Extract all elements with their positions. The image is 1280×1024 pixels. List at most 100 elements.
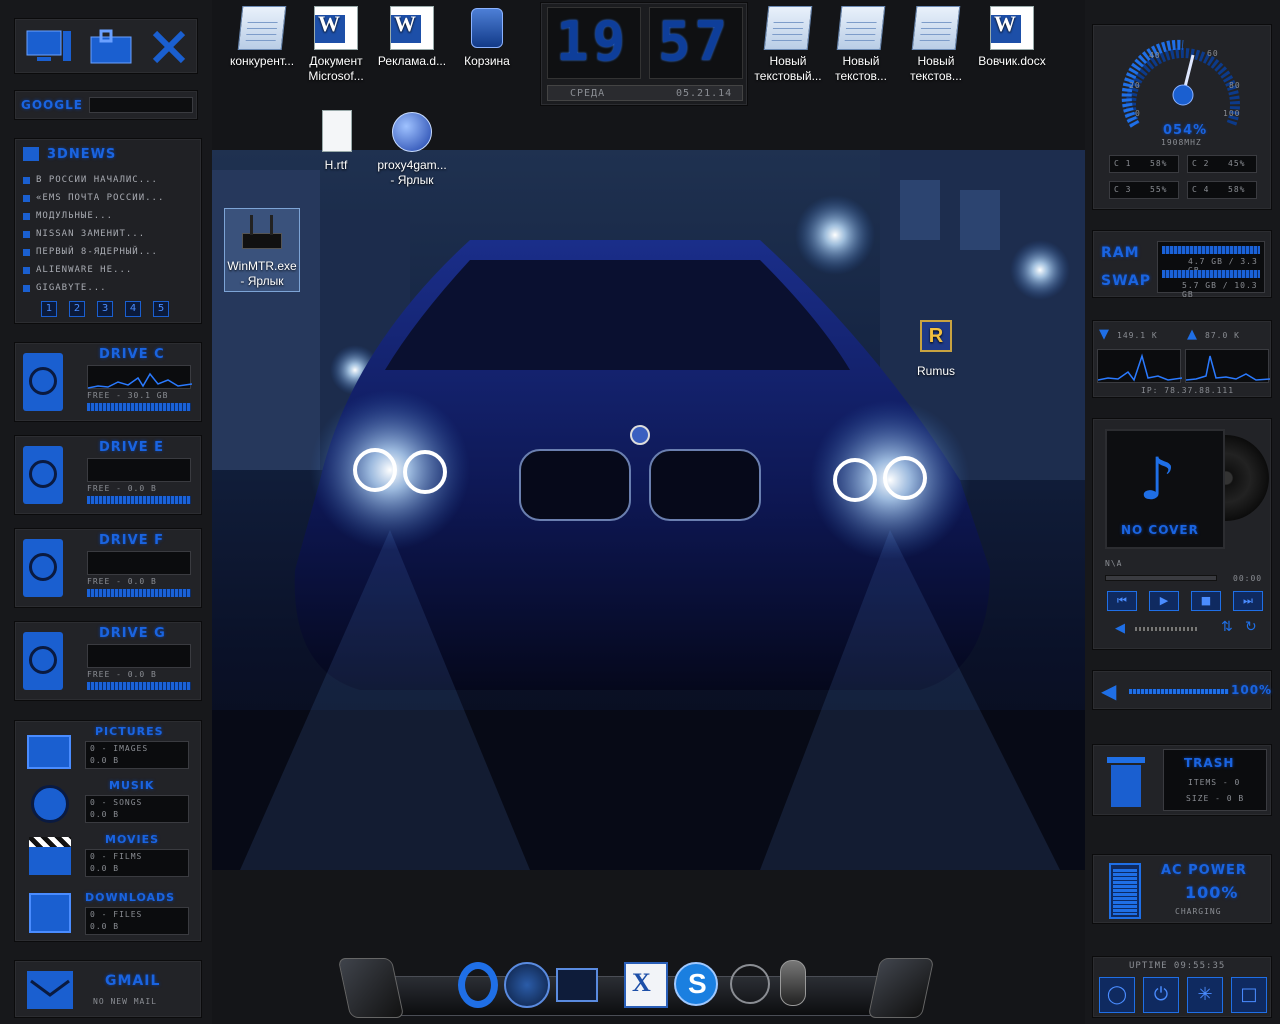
- news-pagination: 1 2 3 4 5: [41, 301, 169, 317]
- trash-panel[interactable]: TRASH ITEMS - 0 SIZE - 0 B: [1092, 744, 1272, 816]
- news-item[interactable]: NISSAN ЗАМЕНИТ...: [23, 225, 199, 243]
- desktop-icon[interactable]: конкурент...: [224, 6, 300, 69]
- repeat-icon[interactable]: ↻: [1245, 619, 1257, 635]
- monitor-icon[interactable]: [556, 968, 598, 1002]
- volume-panel: ◀ 100%: [1092, 670, 1272, 710]
- download-graph: [1097, 349, 1183, 383]
- desktop-icon[interactable]: Новый текстовый...: [750, 6, 826, 84]
- clock-hours: 19: [556, 10, 630, 73]
- folder-icon[interactable]: [87, 27, 135, 67]
- gmail-panel[interactable]: GMAIL NO NEW MAIL: [14, 960, 202, 1018]
- news-item[interactable]: ALIENWARE HE...: [23, 261, 199, 279]
- clock-panel: 19 57 СРЕДА 05.21.14: [540, 2, 748, 106]
- desktop-icon-label: Новый текстов...: [910, 54, 962, 83]
- previous-track-button[interactable]: ⏮: [1107, 591, 1137, 611]
- swap-label: SWAP: [1101, 273, 1151, 289]
- play-button[interactable]: ▶: [1149, 591, 1179, 611]
- desktop-icon[interactable]: Новый текстов...: [898, 6, 974, 84]
- folder-name: MUSIK: [109, 779, 155, 792]
- desktop-icon-label: H.rtf: [324, 158, 348, 172]
- track-progress[interactable]: [1105, 575, 1217, 581]
- lock-button[interactable]: □: [1231, 977, 1267, 1013]
- power-percent: 100%: [1185, 883, 1239, 902]
- player-volume-slider[interactable]: [1135, 627, 1197, 631]
- desktop-icon-label: Rumus: [916, 364, 955, 378]
- skype-icon[interactable]: S: [674, 962, 718, 1006]
- news-page-button[interactable]: 3: [97, 301, 113, 317]
- trash-size: SIZE - 0 B: [1186, 794, 1245, 803]
- news-item[interactable]: ПЕРВЫЙ 8-ЯДЕРНЫЙ...: [23, 243, 199, 261]
- desktop-icon-label: Новый текстовый...: [754, 54, 822, 83]
- wallpaper-city-scene: [200, 150, 1090, 870]
- drive-f-panel[interactable]: DRIVE F FREE - 0.0 B: [14, 528, 202, 608]
- news-page-button[interactable]: 1: [41, 301, 57, 317]
- uptime-panel: UPTIME 09:55:35 ◯ ⏻ ✳ □: [1092, 956, 1272, 1018]
- globe-icon: [390, 110, 434, 154]
- rtf-document-icon: [314, 110, 358, 154]
- gauge-tick-label: 100: [1223, 109, 1241, 118]
- next-track-button[interactable]: ⏭: [1233, 591, 1263, 611]
- cpu-core-2: C 2 45%: [1187, 155, 1257, 173]
- google-search-panel: GOOGLE: [14, 90, 198, 120]
- download-arrow-icon: ▼: [1099, 327, 1109, 342]
- restart-button[interactable]: ✳: [1187, 977, 1223, 1013]
- download-icon: [29, 893, 71, 933]
- desktop-icon[interactable]: Корзина: [449, 6, 525, 69]
- desktop-icon[interactable]: W Реклама.d...: [374, 6, 450, 69]
- desktop-icon[interactable]: H.rtf: [298, 110, 374, 173]
- drive-free: FREE - 0.0 B: [87, 484, 157, 493]
- news-item[interactable]: GIGABYTE...: [23, 279, 199, 297]
- google-label: GOOGLE: [21, 98, 83, 112]
- drive-free: FREE - 0.0 B: [87, 577, 157, 586]
- speaker-icon[interactable]: ◀: [1115, 621, 1125, 636]
- gauge-tick-label: 0: [1135, 109, 1141, 118]
- gauge-tick-label: 20: [1129, 81, 1141, 90]
- trash-icon: [1105, 753, 1147, 809]
- cover-status: NO COVER: [1121, 523, 1199, 537]
- recycle-bin-icon: [465, 6, 509, 50]
- tools-icon[interactable]: [149, 27, 191, 67]
- shutdown-button[interactable]: ⏻: [1143, 977, 1179, 1013]
- desktop-icon[interactable]: W Вовчик.docx: [974, 6, 1050, 69]
- track-time: 00:00: [1233, 574, 1263, 583]
- network-down: 149.1 K: [1117, 331, 1158, 340]
- desktop-icon-label: WinMTR.exe - Ярлык: [227, 259, 297, 288]
- system-volume-slider[interactable]: [1129, 689, 1229, 694]
- opera-icon[interactable]: [458, 962, 498, 1008]
- network-ip: IP: 78.37.88.111: [1141, 386, 1235, 395]
- news-page-button[interactable]: 4: [125, 301, 141, 317]
- volume-icon[interactable]: ◀: [1101, 679, 1116, 703]
- shuffle-icon[interactable]: ⇅: [1221, 619, 1233, 635]
- desktop-icon[interactable]: R Rumus: [898, 316, 974, 379]
- news-page-button[interactable]: 5: [153, 301, 169, 317]
- news-item[interactable]: МОДУЛЬНЫЕ...: [23, 207, 199, 225]
- drive-c-panel[interactable]: DRIVE C FREE - 30.1 GB: [14, 342, 202, 422]
- news-item[interactable]: «EMS ПОЧТА РОССИИ...: [23, 189, 199, 207]
- orbit-icon[interactable]: [730, 964, 770, 1004]
- google-search-input[interactable]: [89, 97, 193, 113]
- drive-g-panel[interactable]: DRIVE G FREE - 0.0 B: [14, 621, 202, 701]
- desktop-icon-selected[interactable]: WinMTR.exe - Ярлык: [224, 208, 300, 292]
- news-page-button[interactable]: 2: [69, 301, 85, 317]
- gauge-tick-label: 40: [1149, 51, 1161, 60]
- gmail-status: NO NEW MAIL: [93, 997, 157, 1006]
- steam-icon[interactable]: [504, 962, 550, 1008]
- word-document-icon: W: [314, 6, 358, 50]
- desktop-icon[interactable]: proxy4gam... - Ярлык: [374, 110, 450, 188]
- excel-icon[interactable]: X: [624, 962, 668, 1008]
- stop-button[interactable]: ■: [1191, 591, 1221, 611]
- drive-name: DRIVE E: [99, 440, 164, 455]
- drive-free: FREE - 30.1 GB: [87, 391, 169, 400]
- hourglass-icon[interactable]: [780, 960, 806, 1006]
- folder-count: 0 - IMAGES: [90, 744, 149, 753]
- hard-drive-icon: [23, 539, 63, 597]
- desktop-icon[interactable]: W Документ Microsof...: [298, 6, 374, 84]
- trash-title: TRASH: [1184, 756, 1235, 770]
- computer-icon[interactable]: [25, 29, 73, 65]
- logoff-button[interactable]: ◯: [1099, 977, 1135, 1013]
- news-item[interactable]: В РОССИИ НАЧАЛИС...: [23, 171, 199, 189]
- desktop-icon[interactable]: Новый текстов...: [823, 6, 899, 84]
- drive-activity-graph: [87, 644, 191, 668]
- drive-e-panel[interactable]: DRIVE E FREE - 0.0 B: [14, 435, 202, 515]
- drive-usage-bar: [87, 589, 191, 597]
